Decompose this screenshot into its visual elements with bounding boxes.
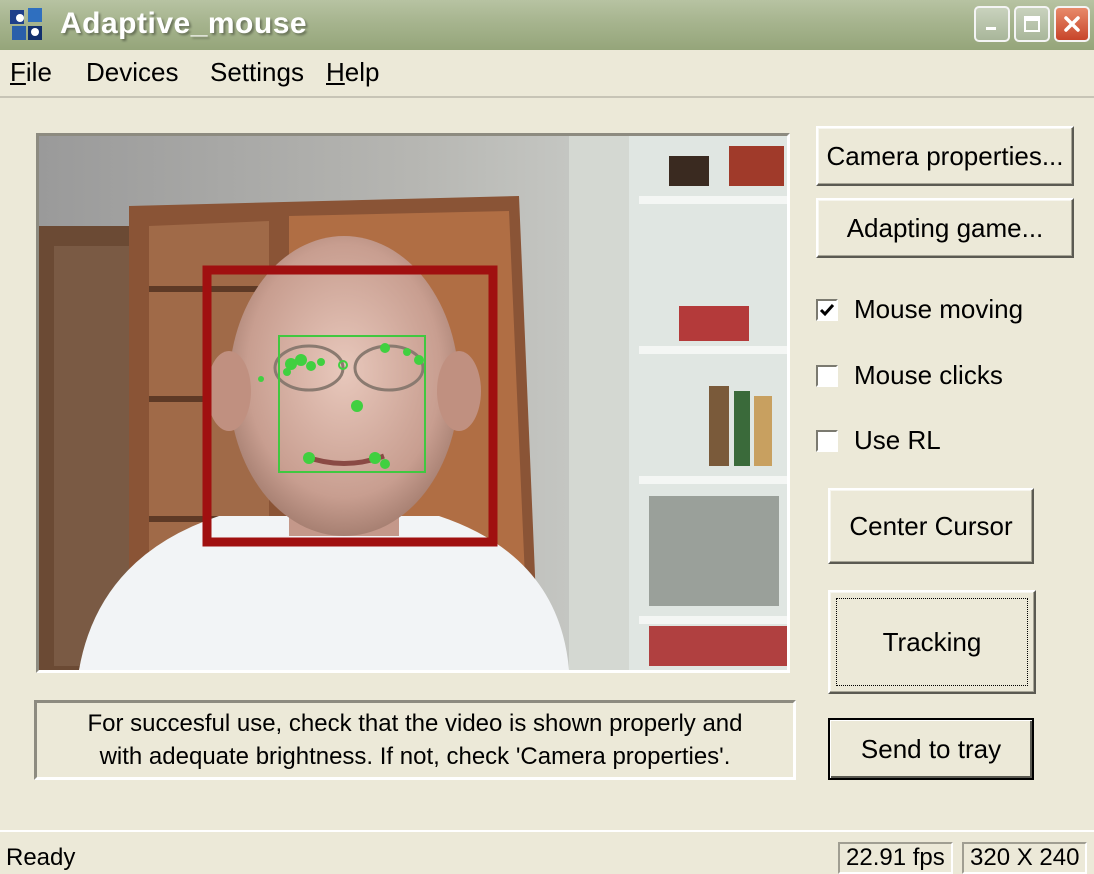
menu-help-label: elp [344, 57, 380, 87]
camera-properties-button[interactable]: Camera properties... [816, 126, 1074, 186]
camera-feed-image [39, 136, 787, 670]
minimize-icon [986, 27, 996, 30]
menu-file[interactable]: File [10, 57, 52, 88]
maximize-button[interactable] [1014, 6, 1050, 42]
mouse-clicks-checkbox[interactable]: Mouse clicks [816, 360, 1003, 391]
checkbox-box[interactable] [816, 364, 838, 387]
menu-devices[interactable]: Devices [86, 57, 178, 88]
checkmark-icon [819, 303, 835, 316]
tracking-button[interactable]: Tracking [828, 590, 1036, 694]
menu-file-label: ile [25, 57, 52, 87]
info-message-box: For succesful use, check that the video … [34, 700, 796, 780]
center-cursor-button[interactable]: Center Cursor [828, 488, 1034, 564]
info-message-line-1: For succesful use, check that the video … [87, 710, 743, 737]
status-text: Ready [6, 844, 76, 871]
app-icon [10, 8, 42, 40]
use-rl-checkbox[interactable]: Use RL [816, 425, 941, 456]
fps-indicator: 22.91 fps [838, 842, 953, 874]
focus-rectangle [836, 598, 1028, 686]
title-bar[interactable]: Adaptive_mouse [0, 0, 1094, 50]
info-message-line-2: with adequate brightness. If not, check … [99, 743, 731, 770]
adapting-game-button[interactable]: Adapting game... [816, 198, 1074, 258]
close-button[interactable] [1054, 6, 1090, 42]
menu-settings[interactable]: Settings [210, 57, 304, 88]
mouse-moving-checkbox[interactable]: Mouse moving [816, 294, 1023, 325]
status-bar: Ready 22.91 fps 320 X 240 [0, 830, 1094, 874]
maximize-icon [1024, 16, 1040, 32]
minimize-button[interactable] [974, 6, 1010, 42]
use-rl-label: Use RL [854, 425, 941, 455]
menu-bar: File Devices Settings Help [0, 52, 1094, 98]
mouse-moving-label: Mouse moving [854, 294, 1024, 324]
menu-help[interactable]: Help [326, 57, 379, 88]
window-title: Adaptive_mouse [60, 7, 308, 40]
send-to-tray-button[interactable]: Send to tray [828, 718, 1034, 780]
checkbox-box[interactable] [816, 298, 838, 321]
checkbox-box[interactable] [816, 429, 838, 452]
menu-help-mnemonic: H [326, 57, 345, 87]
menu-file-mnemonic: F [10, 57, 26, 87]
camera-video-view [36, 133, 790, 673]
mouse-clicks-label: Mouse clicks [854, 360, 1003, 390]
resolution-indicator: 320 X 240 [962, 842, 1088, 874]
close-icon [1064, 16, 1080, 32]
